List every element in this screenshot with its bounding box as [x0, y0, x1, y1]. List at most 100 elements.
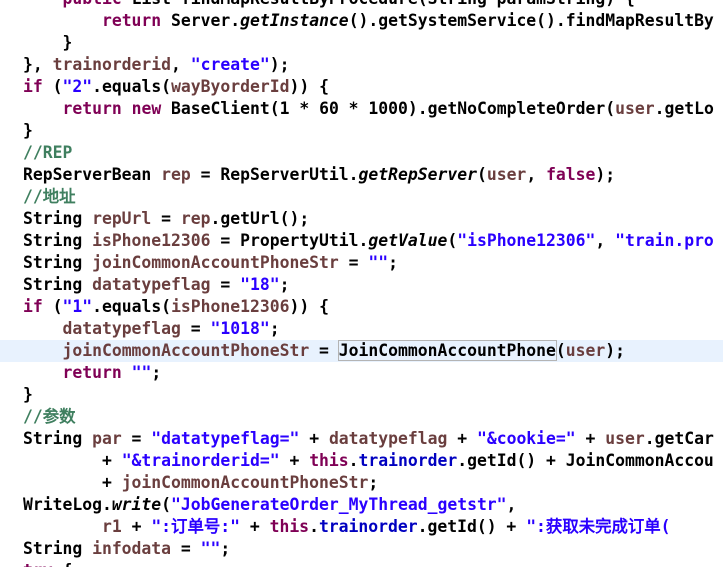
code-token-plain: );: [595, 165, 616, 184]
code-line[interactable]: if ("1".equals(isPhone12306)) {: [0, 296, 723, 318]
code-line[interactable]: RepServerBean rep = RepServerUtil.getRep…: [0, 164, 723, 186]
code-line[interactable]: }, trainorderid, "create");: [0, 54, 723, 76]
code-line[interactable]: //地址: [0, 186, 723, 208]
code-line[interactable]: String datatypeflag = "18";: [0, 274, 723, 296]
code-token-plain: +: [575, 429, 606, 448]
code-token-plain: +: [23, 473, 122, 492]
code-line[interactable]: String isPhone12306 = PropertyUtil.getVa…: [0, 230, 723, 252]
code-token-var: datatypeflag: [62, 319, 181, 338]
code-line[interactable]: //参数: [0, 406, 723, 428]
code-token-plain: =: [180, 319, 211, 338]
code-token-plain: ().getSystemService().findMapResultBy: [348, 11, 714, 30]
code-token-plain: ;: [269, 319, 280, 338]
code-token-plain: +: [23, 451, 122, 470]
code-line[interactable]: }: [0, 384, 723, 406]
code-token-plain: RepServerBean: [23, 165, 162, 184]
code-token-plain: =: [309, 341, 339, 360]
code-token-boxed: JoinCommonAccountPhone: [337, 340, 557, 361]
code-token-kw: this: [309, 451, 349, 470]
code-token-kw: false: [546, 165, 596, 184]
code-token-plain: }: [23, 385, 33, 404]
code-token-comment: //参数: [23, 407, 76, 426]
code-token-kw: this: [269, 517, 310, 536]
code-token-plain: +: [299, 429, 329, 448]
code-token-plain: .getLo: [654, 99, 714, 118]
code-token-str: "": [368, 253, 389, 272]
code-line[interactable]: datatypeflag = "1018";: [0, 318, 723, 340]
code-token-plain: .getUrl();: [210, 209, 310, 228]
code-token-plain: ;: [279, 275, 290, 294]
code-token-plain: =: [171, 539, 201, 558]
code-token-plain: ,: [506, 495, 517, 514]
code-token-method: getInstance: [240, 11, 349, 30]
code-token-var: trainorderid: [52, 55, 172, 74]
code-line[interactable]: + "&trainorderid=" + this.trainorder.get…: [0, 450, 723, 472]
code-token-plain: (: [447, 231, 458, 250]
code-token-plain: List findMapResultByProcedure(String par…: [122, 0, 635, 8]
code-token-plain: ,: [526, 165, 547, 184]
code-editor[interactable]: public List findMapResultByProcedure(Str…: [0, 0, 723, 567]
code-token-var: rep: [180, 209, 211, 228]
code-token-var: isPhone12306: [92, 231, 211, 250]
code-line[interactable]: try {: [0, 560, 723, 567]
code-token-var: user: [565, 341, 606, 360]
code-token-str: "isPhone12306": [457, 231, 596, 250]
code-token-plain: String: [23, 275, 93, 294]
code-token-method: getValue: [368, 231, 448, 250]
code-token-plain: String: [23, 209, 93, 228]
code-token-plain: WriteLog.: [23, 495, 112, 514]
code-line[interactable]: WriteLog.write("JobGenerateOrder_MyThrea…: [0, 494, 723, 516]
code-line[interactable]: String joinCommonAccountPhoneStr = "";: [0, 252, 723, 274]
code-token-plain: String: [23, 539, 93, 558]
code-line[interactable]: return Server.getInstance().getSystemSer…: [0, 10, 723, 32]
code-token-plain: );: [269, 55, 290, 74]
code-token-plain: Server.: [161, 11, 241, 30]
code-token-kw: if: [23, 297, 43, 316]
code-token-plain: =: [210, 275, 241, 294]
code-token-str: "18": [240, 275, 280, 294]
code-token-comment: //地址: [23, 187, 76, 206]
code-line[interactable]: return new BaseClient(1 * 60 * 1000).get…: [0, 98, 723, 120]
code-token-str: "&cookie=": [476, 429, 576, 448]
code-token-plain: String: [23, 429, 93, 448]
code-line[interactable]: String par = "datatypeflag=" + datatypef…: [0, 428, 723, 450]
code-token-plain: (: [555, 341, 566, 360]
code-token-var: datatypeflag: [328, 429, 448, 448]
code-token-plain: .: [348, 451, 359, 470]
code-token-var: joinCommonAccountPhoneStr: [92, 253, 339, 272]
code-line[interactable]: return "";: [0, 362, 723, 384]
code-token-plain: String: [23, 253, 93, 272]
code-token-plain: =: [151, 209, 181, 228]
code-line[interactable]: String infodata = "";: [0, 538, 723, 560]
code-line[interactable]: //REP: [0, 142, 723, 164]
code-token-plain: }: [23, 33, 73, 52]
code-token-plain: }: [23, 121, 33, 140]
code-token-plain: ;: [368, 473, 379, 492]
code-token-kw: new: [131, 99, 162, 118]
code-line[interactable]: String repUrl = rep.getUrl();: [0, 208, 723, 230]
code-line-current[interactable]: joinCommonAccountPhoneStr = JoinCommonAc…: [0, 340, 723, 362]
code-token-kw: public: [62, 0, 121, 8]
code-line[interactable]: }: [0, 32, 723, 54]
code-token-plain: ;: [151, 363, 162, 382]
code-line[interactable]: if ("2".equals(wayByorderId)) {: [0, 76, 723, 98]
code-line[interactable]: r1 + ":订单号:" + this.trainorder.getId() +…: [0, 516, 723, 538]
code-token-kw: try: [23, 561, 53, 567]
code-token-var: user: [615, 99, 655, 118]
code-token-plain: )) {: [289, 77, 329, 96]
code-token-plain: String: [23, 231, 93, 250]
code-token-str: "datatypeflag=": [151, 429, 300, 448]
code-line[interactable]: + joinCommonAccountPhoneStr;: [0, 472, 723, 494]
code-line[interactable]: public List findMapResultByProcedure(Str…: [0, 0, 723, 10]
code-token-plain: ,: [171, 55, 191, 74]
code-line[interactable]: }: [0, 120, 723, 142]
code-token-str: ":订单号:": [151, 517, 240, 536]
code-token-field: trainorder: [318, 517, 418, 536]
code-token-var: isPhone12306: [171, 297, 290, 316]
